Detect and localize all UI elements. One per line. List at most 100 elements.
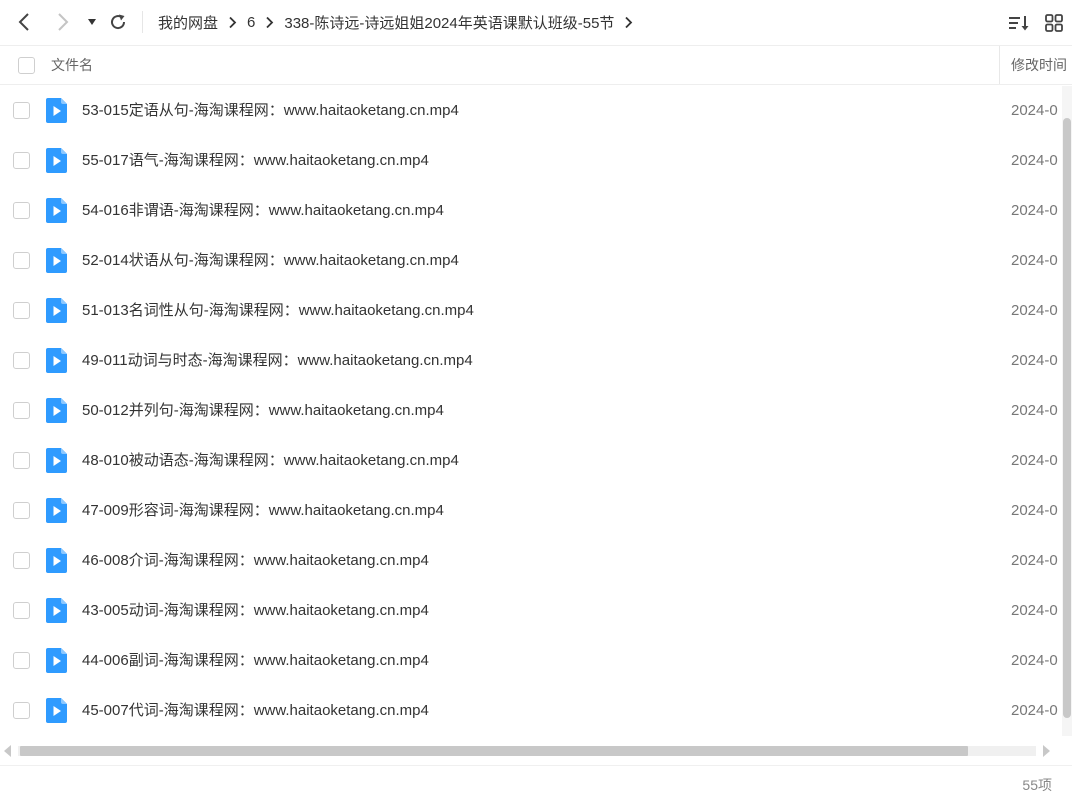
video-file-icon xyxy=(46,198,67,223)
file-name[interactable]: 51-013名词性从句-海淘课程网：www.haitaoketang.cn.mp… xyxy=(82,286,474,336)
file-checkbox[interactable] xyxy=(13,102,30,119)
sort-button[interactable] xyxy=(1007,11,1031,35)
scroll-left-arrow[interactable] xyxy=(4,745,11,757)
file-modified-time: 2024-0 xyxy=(1011,452,1058,469)
file-modified-time: 2024-0 xyxy=(1011,402,1058,419)
file-modified-time: 2024-0 xyxy=(1011,502,1058,519)
file-name[interactable]: 46-008介词-海淘课程网：www.haitaoketang.cn.mp4 xyxy=(82,536,429,586)
file-row[interactable]: 49-011动词与时态-海淘课程网：www.haitaoketang.cn.mp… xyxy=(0,336,1062,386)
file-modified-time: 2024-0 xyxy=(1011,652,1058,669)
file-row[interactable]: 55-017语气-海淘课程网：www.haitaoketang.cn.mp4 20… xyxy=(0,136,1062,186)
file-row[interactable]: 51-013名词性从句-海淘课程网：www.haitaoketang.cn.mp… xyxy=(0,286,1062,336)
file-name[interactable]: 49-011动词与时态-海淘课程网：www.haitaoketang.cn.mp… xyxy=(82,336,473,386)
file-checkbox[interactable] xyxy=(13,352,30,369)
forward-button[interactable] xyxy=(51,10,75,34)
file-modified-time: 2024-0 xyxy=(1011,552,1058,569)
file-modified-time: 2024-0 xyxy=(1011,602,1058,619)
file-modified-time: 2024-0 xyxy=(1011,702,1058,719)
chevron-right-icon xyxy=(228,16,237,29)
file-modified-time: 2024-0 xyxy=(1011,352,1058,369)
file-name[interactable]: 52-014状语从句-海淘课程网：www.haitaoketang.cn.mp4 xyxy=(82,236,459,286)
file-name[interactable]: 47-009形容词-海淘课程网：www.haitaoketang.cn.mp4 xyxy=(82,486,444,536)
refresh-icon xyxy=(111,14,126,30)
column-header-name[interactable]: 文件名 xyxy=(51,46,93,84)
file-checkbox[interactable] xyxy=(13,652,30,669)
file-modified-time: 2024-0 xyxy=(1011,102,1058,119)
column-header-mtime[interactable]: 修改时间 xyxy=(1011,46,1072,84)
file-name[interactable]: 50-012并列句-海淘课程网：www.haitaoketang.cn.mp4 xyxy=(82,386,444,436)
file-modified-time: 2024-0 xyxy=(1011,202,1058,219)
file-checkbox[interactable] xyxy=(13,252,30,269)
file-row[interactable]: 52-014状语从句-海淘课程网：www.haitaoketang.cn.mp4… xyxy=(0,236,1062,286)
breadcrumb-item-home[interactable]: 我的网盘 xyxy=(158,12,218,33)
video-file-icon xyxy=(46,498,67,523)
video-file-icon xyxy=(46,348,67,373)
video-file-icon xyxy=(46,398,67,423)
file-checkbox[interactable] xyxy=(13,452,30,469)
file-row[interactable]: 46-008介词-海淘课程网：www.haitaoketang.cn.mp4 20… xyxy=(0,536,1062,586)
file-name[interactable]: 45-007代词-海淘课程网：www.haitaoketang.cn.mp4 xyxy=(82,686,429,736)
horizontal-scrollbar[interactable] xyxy=(0,742,1062,760)
file-name[interactable]: 54-016非谓语-海淘课程网：www.haitaoketang.cn.mp4 xyxy=(82,186,444,236)
file-row[interactable]: 45-007代词-海淘课程网：www.haitaoketang.cn.mp4 20… xyxy=(0,686,1062,736)
file-name[interactable]: 55-017语气-海淘课程网：www.haitaoketang.cn.mp4 xyxy=(82,136,429,186)
file-modified-time: 2024-0 xyxy=(1011,252,1058,269)
chevron-right-icon xyxy=(265,16,274,29)
breadcrumb-item-folder-6[interactable]: 6 xyxy=(247,14,255,31)
file-row[interactable]: 44-006副词-海淘课程网：www.haitaoketang.cn.mp4 20… xyxy=(0,636,1062,686)
video-file-icon xyxy=(46,448,67,473)
breadcrumb: 我的网盘 6 338-陈诗远-诗远姐姐2024年英语课默认班级-55节 xyxy=(158,0,643,44)
file-row[interactable]: 53-015定语从句-海淘课程网：www.haitaoketang.cn.mp4… xyxy=(0,86,1062,136)
file-modified-time: 2024-0 xyxy=(1011,302,1058,319)
file-name[interactable]: 44-006副词-海淘课程网：www.haitaoketang.cn.mp4 xyxy=(82,636,429,686)
caret-down-icon xyxy=(88,19,96,25)
file-list-header: 文件名 修改时间 xyxy=(0,45,1072,85)
status-bar: 55项 xyxy=(0,765,1072,793)
item-count: 55项 xyxy=(1022,777,1052,793)
select-all-checkbox[interactable] xyxy=(18,57,35,74)
file-checkbox[interactable] xyxy=(13,602,30,619)
column-resize-handle[interactable] xyxy=(999,46,1000,84)
scroll-right-arrow[interactable] xyxy=(1043,745,1050,757)
file-checkbox[interactable] xyxy=(13,202,30,219)
vertical-scrollbar[interactable] xyxy=(1062,86,1072,736)
toolbar: 我的网盘 6 338-陈诗远-诗远姐姐2024年英语课默认班级-55节 xyxy=(0,0,1072,44)
file-row[interactable]: 48-010被动语态-海淘课程网：www.haitaoketang.cn.mp4… xyxy=(0,436,1062,486)
sort-icon xyxy=(1009,16,1029,31)
file-name[interactable]: 48-010被动语态-海淘课程网：www.haitaoketang.cn.mp4 xyxy=(82,436,459,486)
file-checkbox[interactable] xyxy=(13,552,30,569)
file-checkbox[interactable] xyxy=(13,402,30,419)
video-file-icon xyxy=(46,698,67,723)
vertical-scrollbar-thumb[interactable] xyxy=(1063,118,1071,718)
file-modified-time: 2024-0 xyxy=(1011,152,1058,169)
breadcrumb-item-current-folder[interactable]: 338-陈诗远-诗远姐姐2024年英语课默认班级-55节 xyxy=(284,12,614,33)
view-toggle-button[interactable] xyxy=(1042,11,1066,35)
video-file-icon xyxy=(46,248,67,273)
file-row[interactable]: 54-016非谓语-海淘课程网：www.haitaoketang.cn.mp4 2… xyxy=(0,186,1062,236)
file-name[interactable]: 43-005动词-海淘课程网：www.haitaoketang.cn.mp4 xyxy=(82,586,429,636)
file-checkbox[interactable] xyxy=(13,502,30,519)
refresh-button[interactable] xyxy=(106,10,130,34)
file-name[interactable]: 53-015定语从句-海淘课程网：www.haitaoketang.cn.mp4 xyxy=(82,86,459,136)
toolbar-separator xyxy=(142,11,143,33)
video-file-icon xyxy=(46,98,67,123)
file-row[interactable]: 50-012并列句-海淘课程网：www.haitaoketang.cn.mp4 2… xyxy=(0,386,1062,436)
video-file-icon xyxy=(46,298,67,323)
video-file-icon xyxy=(46,598,67,623)
back-button[interactable] xyxy=(12,10,36,34)
video-file-icon xyxy=(46,548,67,573)
file-row[interactable]: 47-009形容词-海淘课程网：www.haitaoketang.cn.mp4 2… xyxy=(0,486,1062,536)
file-checkbox[interactable] xyxy=(13,152,30,169)
chevron-right-icon[interactable] xyxy=(624,16,633,29)
chevron-left-icon xyxy=(18,13,29,31)
file-list: 53-015定语从句-海淘课程网：www.haitaoketang.cn.mp4… xyxy=(0,86,1062,736)
horizontal-scrollbar-thumb[interactable] xyxy=(20,746,968,756)
chevron-right-icon xyxy=(58,13,69,31)
file-checkbox[interactable] xyxy=(13,702,30,719)
file-checkbox[interactable] xyxy=(13,302,30,319)
video-file-icon xyxy=(46,148,67,173)
grid-view-icon xyxy=(1045,14,1063,32)
video-file-icon xyxy=(46,648,67,673)
history-dropdown-button[interactable] xyxy=(80,10,104,34)
file-row[interactable]: 43-005动词-海淘课程网：www.haitaoketang.cn.mp4 20… xyxy=(0,586,1062,636)
